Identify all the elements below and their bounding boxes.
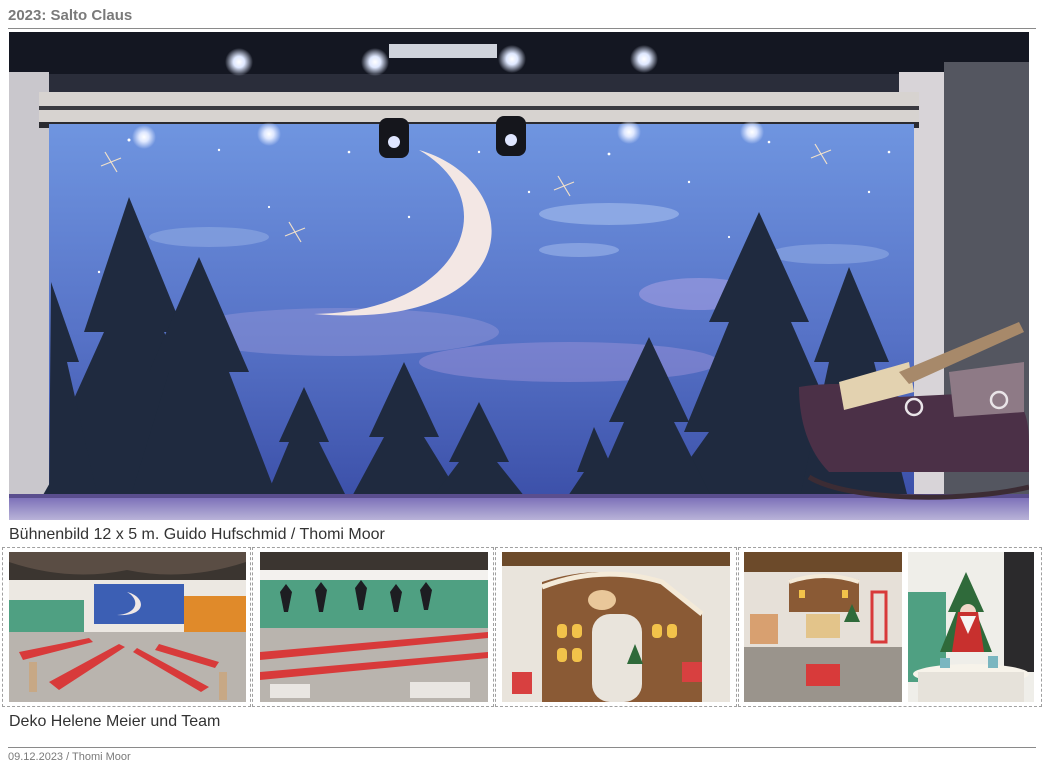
footer-divider [8,747,1036,748]
deco-photo-strip [2,547,1042,707]
hall-tables-photo [260,552,488,702]
santa-table-photo [908,552,1034,702]
stage-caption: Bühnenbild 12 x 5 m. Guido Hufschmid / T… [9,526,385,543]
deco-caption: Deko Helene Meier und Team [9,713,221,730]
stage-backdrop-photo [9,32,1029,520]
hall-overview-photo [9,552,246,702]
gingerbread-gate-photo [502,552,730,702]
title-divider [8,28,1036,29]
footer-text: 09.12.2023 / Thomi Moor [8,751,131,763]
page-title: 2023: Salto Claus [8,7,133,24]
gingerbread-corridor-photo [744,552,902,702]
